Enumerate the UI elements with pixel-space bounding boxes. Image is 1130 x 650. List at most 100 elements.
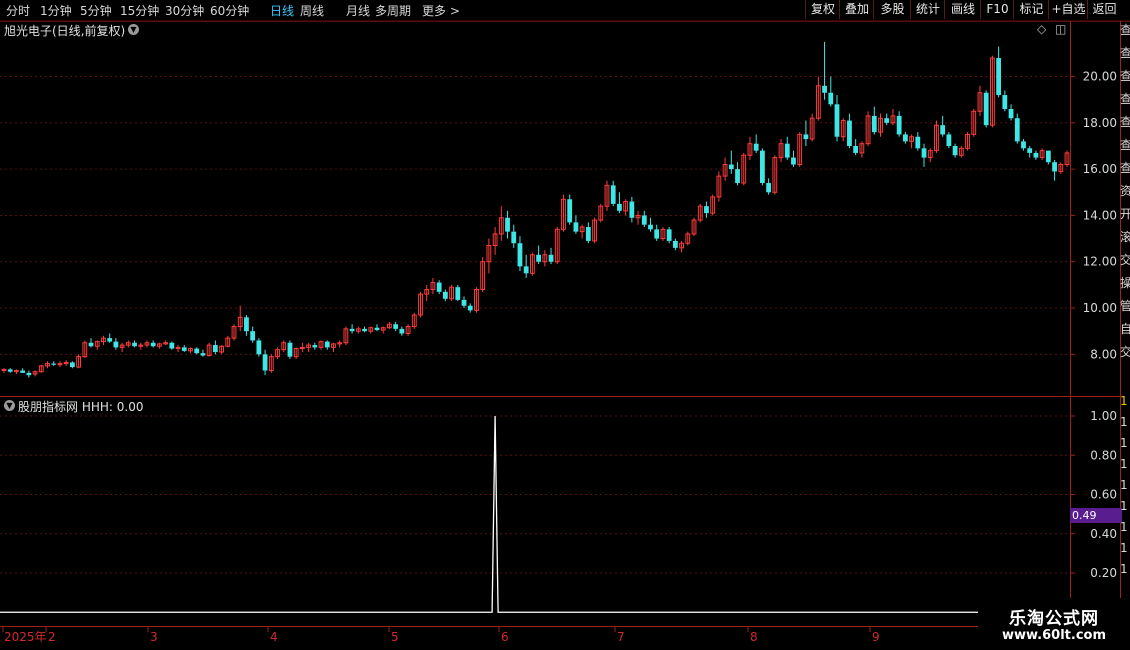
candle-body [393,324,399,329]
toolbar-button-3[interactable]: 统计 [910,0,945,19]
candle-body [548,254,554,262]
toolbar-button-5[interactable]: F10 [980,0,1014,19]
side-strip-char: 查 [1120,69,1130,83]
side-strip-char: 1 [1120,499,1128,513]
candle-body [523,266,529,274]
watermark-url: www.60lt.com [1001,628,1107,643]
collapse-indicator-icon[interactable]: ▼ [4,400,15,411]
candle-body [648,224,653,230]
period-tab-9[interactable]: 多周期 [375,2,411,19]
period-toolbar: 分时 1分钟 5分钟 15分钟 30分钟 60分钟 日线 周线 月线 多周期 更多 > 复权 叠加 多股统… [0,0,1130,21]
time-tick-label: 7 [617,630,625,644]
period-tab-2[interactable]: 5分钟 [80,2,112,19]
candle-body [517,243,523,267]
candle-body [88,342,94,347]
candle-body [946,134,952,146]
candle-body [1033,152,1039,158]
period-tab-0[interactable]: 分时 [6,2,30,19]
price-tick-label: 20.00 [1083,70,1117,84]
candle-body [567,199,573,223]
toolbar-button-1[interactable]: 叠加 [839,0,874,19]
side-strip-char: 查 [1120,115,1130,129]
indicator-line [0,415,1070,613]
candle-body [362,328,367,332]
indicator-tick-label: 0.40 [1090,527,1117,541]
period-tab-8[interactable]: 月线 [346,2,370,19]
period-tab-3[interactable]: 15分钟 [120,2,159,19]
side-strip-char: 交 [1120,253,1130,267]
candle-body [828,92,834,105]
candle-body [585,227,591,241]
candle-body [654,229,660,239]
candle-body [940,125,946,135]
candle-body [1052,162,1057,172]
candle-body [536,254,542,262]
candle-body [847,120,852,146]
candle-body [759,150,765,184]
candle-body [200,353,206,356]
candle-body [884,118,890,123]
candle-body [51,363,57,365]
panel-toggle-icon[interactable]: ◫ [1055,22,1066,36]
candle-body [753,143,759,151]
side-strip-char: 1 [1120,457,1128,471]
toolbar-button-6[interactable]: 标记 [1013,0,1049,19]
candle-body [704,206,709,214]
watermark-logo: 乐淘公式网 www.60lt.com [978,598,1130,650]
candle-body [1014,118,1020,142]
price-tick-label: 10.00 [1083,301,1117,315]
time-tick-label: 3 [150,630,158,644]
toolbar-button-8[interactable]: 返回 [1087,0,1121,19]
crosshair-value-badge: 0.49 [1070,508,1122,523]
candle-body [26,372,32,376]
candle-body [902,134,908,142]
candle-body [641,215,647,225]
candle-body [834,104,840,137]
candle-body [194,348,200,354]
toolbar-button-0[interactable]: 复权 [805,0,840,19]
candle-body [871,115,877,133]
diamond-icon[interactable]: ◇ [1037,22,1046,36]
toolbar-button-4[interactable]: 画线 [944,0,981,19]
period-tab-6[interactable]: 日线 [270,2,294,19]
side-strip-char: 滚 [1120,230,1130,244]
candle-body [442,291,448,299]
candle-body [766,183,772,193]
period-tab-10[interactable]: 更多 > [422,2,460,19]
candle-body [1002,95,1008,109]
indicator-tick-label: 1.00 [1090,409,1117,423]
price-tick-label: 12.00 [1083,255,1117,269]
kline-chart-area[interactable]: 20.00 18.00 16.00 14.00 12.00 10.00 8.00 1.00 0.… [0,0,1130,650]
stock-dropdown-icon[interactable]: ▼ [128,24,139,35]
period-tab-4[interactable]: 30分钟 [165,2,204,19]
period-tab-7[interactable]: 周线 [300,2,324,19]
toolbar-button-7[interactable]: +自选 [1048,0,1088,19]
period-tab-5[interactable]: 60分钟 [210,2,249,19]
candle-body [629,201,635,218]
candle-body [791,157,796,165]
side-strip-char: 1 [1120,415,1128,429]
side-info-strip: 查查查查查查查资开滚交操管自交111111111 [1120,21,1130,626]
candle-body [915,136,921,149]
candle-body [505,217,510,232]
candle-body [511,231,517,244]
toolbar-button-2[interactable]: 多股 [873,0,911,19]
candle-body [822,85,827,93]
candle-body [107,338,113,342]
candle-body [69,362,75,368]
candle-body [374,327,380,331]
side-strip-char: 交 [1120,345,1130,359]
candle-body [803,134,809,140]
candle-body [921,148,927,158]
candle-body [666,229,672,241]
period-tab-1[interactable]: 1分钟 [40,2,72,19]
candle-body [181,347,187,351]
side-strip-char: 1 [1120,394,1128,408]
indicator-title: 股朋指标网 HHH: 0.00 [18,400,144,414]
candle-body [610,185,616,204]
time-tick-label: 6 [501,630,509,644]
candle-body [324,341,330,348]
candle-body [312,345,318,348]
candle-body [896,115,902,135]
time-tick-label: 5 [391,630,399,644]
